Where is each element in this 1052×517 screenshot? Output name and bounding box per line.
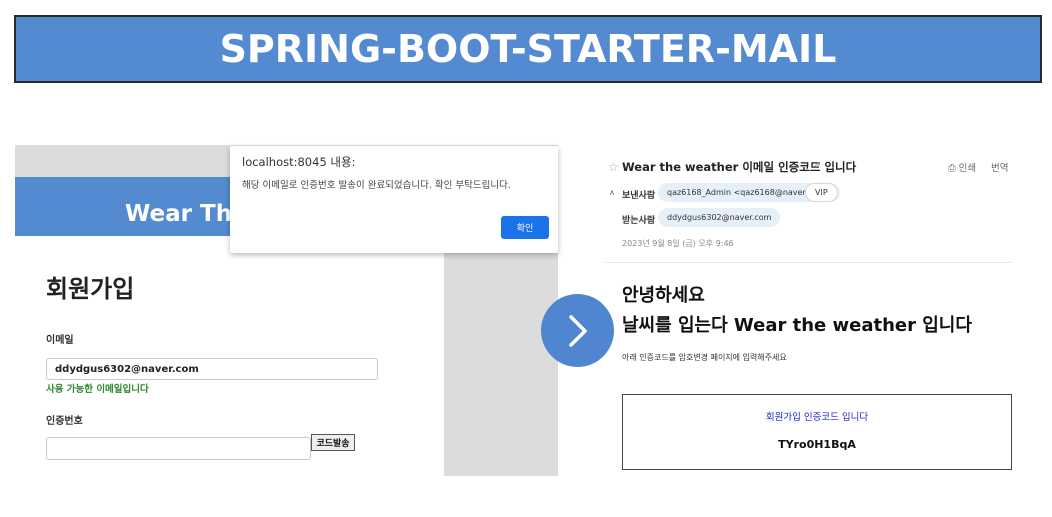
to-label: 받는사람 bbox=[622, 216, 656, 226]
email-label: 이메일 bbox=[46, 335, 74, 346]
star-icon[interactable]: ☆ bbox=[608, 160, 619, 174]
from-label: 보낸사람 bbox=[622, 191, 656, 201]
divider bbox=[605, 262, 1012, 263]
verification-code: TYro0H1BqA bbox=[778, 438, 856, 451]
email-field[interactable]: ddydgus6302@naver.com bbox=[46, 358, 378, 380]
vip-button[interactable]: VIP bbox=[805, 183, 838, 202]
next-arrow bbox=[541, 294, 614, 367]
code-field[interactable] bbox=[46, 437, 311, 460]
alert-host: localhost:8045 내용: bbox=[242, 155, 356, 169]
send-code-button[interactable]: 코드발송 bbox=[311, 434, 355, 451]
page-title: 회원가입 bbox=[46, 275, 135, 303]
title-banner: SPRING-BOOT-STARTER-MAIL bbox=[14, 15, 1042, 83]
greeting-line-1: 안녕하세요 bbox=[622, 285, 705, 306]
print-label: 인쇄 bbox=[958, 163, 977, 174]
alert-message: 해당 이메일로 인증번호 발송이 완료되었습니다. 확인 부탁드립니다. bbox=[242, 180, 511, 191]
collapse-icon[interactable]: ∧ bbox=[609, 188, 615, 197]
attachment-icon: ⇗ bbox=[813, 160, 822, 171]
verification-code-box: 회원가입 인증코드 입니다 TYro0H1BqA bbox=[622, 394, 1012, 470]
email-available-message: 사용 가능한 이메일입니다 bbox=[46, 384, 149, 395]
side-gray-area bbox=[444, 236, 558, 476]
guide-text: 아래 인증코드를 암호변경 페이지에 입력해주세요 bbox=[622, 353, 787, 362]
greeting-line-2: 날씨를 입는다 Wear the weather 입니다 bbox=[622, 315, 972, 336]
printer-icon: ⎙ bbox=[948, 163, 956, 174]
translate-button[interactable]: 번역 bbox=[991, 160, 1008, 174]
email-date: 2023년 9월 8일 (금) 오후 9:46 bbox=[622, 239, 734, 248]
alert-dialog: localhost:8045 내용: 해당 이메일로 인증번호 발송이 완료되었… bbox=[230, 146, 558, 253]
banner-title: SPRING-BOOT-STARTER-MAIL bbox=[219, 27, 837, 71]
code-label: 인증번호 bbox=[46, 416, 83, 427]
print-button[interactable]: ⎙ 인쇄 bbox=[948, 160, 976, 174]
email-screenshot: ☆ Wear the weather 이메일 인증코드 입니다 ⇗ ⎙ 인쇄 번… bbox=[605, 148, 1025, 488]
alert-ok-button[interactable]: 확인 bbox=[501, 216, 549, 239]
recipient-chip[interactable]: ddydgus6302@naver.com bbox=[658, 208, 781, 227]
chevron-right-icon bbox=[568, 314, 587, 347]
email-field-value: ddydgus6302@naver.com bbox=[55, 363, 199, 375]
code-box-title: 회원가입 인증코드 입니다 bbox=[765, 412, 869, 423]
